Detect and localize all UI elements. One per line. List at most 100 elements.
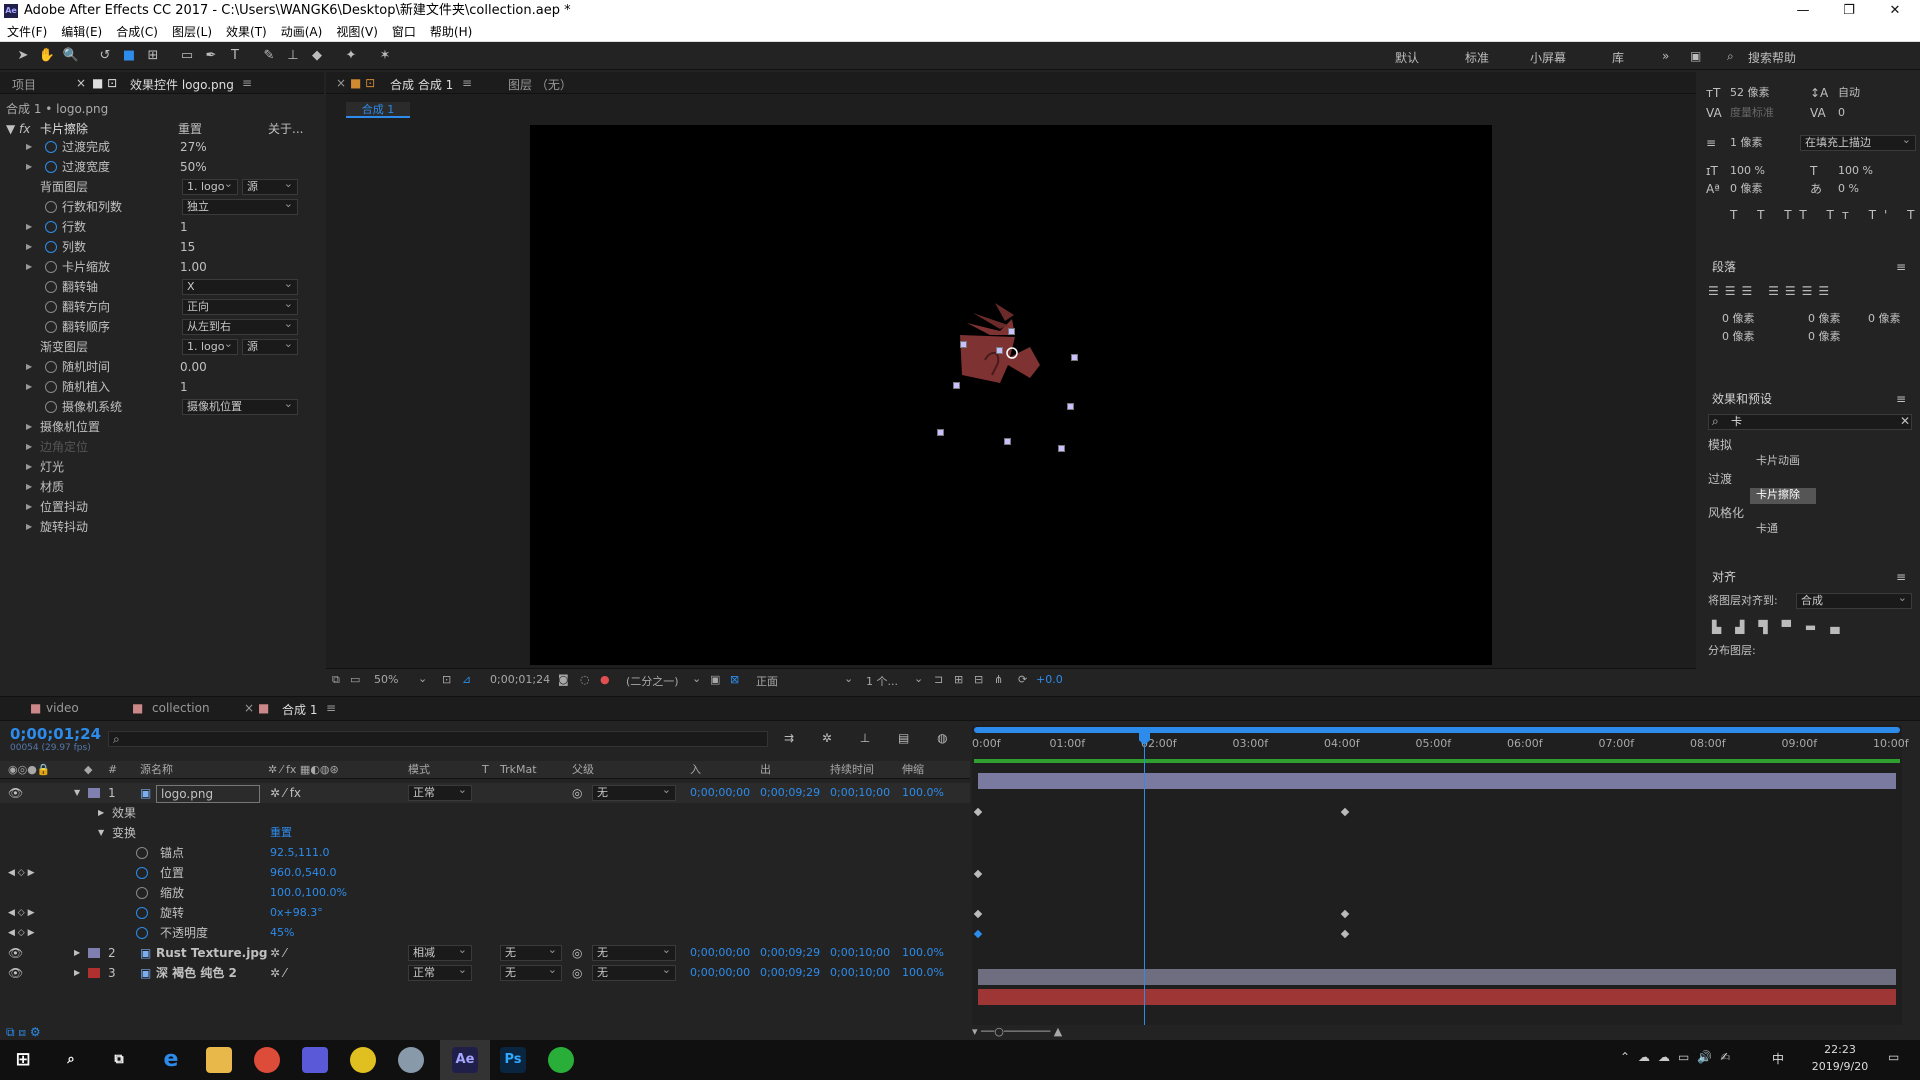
layer-handle[interactable] <box>1058 445 1065 452</box>
stretch[interactable]: 100.0% <box>902 783 944 803</box>
stopwatch-icon[interactable] <box>136 907 148 919</box>
comp-sub-tab[interactable]: 合成 1 <box>346 102 410 118</box>
stretch[interactable]: 100.0% <box>902 943 944 963</box>
in-point[interactable]: 0;00;00;00 <box>690 963 750 983</box>
expand-icon[interactable]: ▼ <box>74 783 80 803</box>
chrome-icon[interactable] <box>254 1047 280 1073</box>
panel-menu-icon[interactable]: ≡ <box>326 701 336 715</box>
expand-icon[interactable]: ▶ <box>26 418 36 436</box>
stopwatch-icon[interactable] <box>45 301 57 313</box>
eraser-tool-icon[interactable]: ◆ <box>308 47 326 65</box>
app-icon[interactable] <box>350 1047 376 1073</box>
expand-icon[interactable]: ▶ <box>74 963 80 983</box>
panel-menu-icon[interactable]: ≡ <box>462 76 472 90</box>
tree-item-card-dance[interactable]: 卡片动画 <box>1756 452 1800 470</box>
playhead[interactable] <box>1144 733 1145 1025</box>
rotate-tool-icon[interactable]: ↺ <box>96 47 114 65</box>
property-value[interactable]: 15 <box>180 238 195 256</box>
search-icon[interactable]: ⌕ <box>1727 49 1734 64</box>
property-group[interactable]: 摄像机位置 <box>40 418 100 436</box>
property-group[interactable]: 位置抖动 <box>40 498 88 516</box>
panel-menu-icon[interactable]: ≡ <box>1896 390 1906 408</box>
camera-tool-icon[interactable]: ■ <box>120 47 138 65</box>
property-value[interactable]: 1. logo <box>182 177 238 195</box>
tab-project[interactable]: 项目 <box>12 76 36 93</box>
current-time[interactable]: 0;00;01;24 <box>490 673 550 686</box>
stopwatch-icon[interactable] <box>136 927 148 939</box>
effects-search-input[interactable]: 卡 <box>1708 414 1912 430</box>
expand-icon[interactable]: ▶ <box>26 378 36 396</box>
tab-effect-controls[interactable]: 效果控件 logo.png <box>130 76 234 93</box>
tree-group-simulation[interactable]: 模拟 <box>1708 436 1732 454</box>
region-icon[interactable]: ▣ <box>710 673 720 686</box>
after-effects-icon[interactable]: Ae <box>452 1047 478 1073</box>
keyframe[interactable] <box>1340 929 1350 939</box>
lock-icon[interactable]: ■ ⊡ <box>92 76 117 90</box>
space-after[interactable]: 0 像素 <box>1808 328 1841 346</box>
in-point[interactable]: 0;00;00;00 <box>690 783 750 803</box>
menu-composition[interactable]: 合成(C) <box>109 22 165 42</box>
stopwatch-icon[interactable] <box>45 141 57 153</box>
property-value[interactable]: 960.0,540.0 <box>270 863 336 883</box>
stopwatch-icon[interactable] <box>45 361 57 373</box>
layer-row[interactable]: 👁 ▶ 2 ▣ Rust Texture.jpg✲ ⁄ 相减 无 ◎ 无 0;00;00;00 0… <box>0 943 970 963</box>
kerning-value[interactable]: 度量标准 <box>1730 104 1774 122</box>
reset-link[interactable]: 重置 <box>178 120 202 138</box>
flowchart-icon[interactable]: ⋔ <box>994 673 1003 686</box>
export-icon[interactable]: ⊞ <box>954 673 963 686</box>
keyframe[interactable] <box>973 929 983 939</box>
alignment-buttons[interactable]: ☰☰☰ ☰☰☰☰ <box>1708 282 1835 300</box>
menu-help[interactable]: 帮助(H) <box>423 22 479 42</box>
expand-icon[interactable]: ▶ <box>26 218 36 236</box>
zoom-tool-icon[interactable]: 🔍 <box>62 47 80 65</box>
eye-icon[interactable]: 👁 <box>8 783 23 803</box>
mode-select[interactable]: 正常 <box>408 783 472 801</box>
property-value[interactable]: 92.5,111.0 <box>270 843 329 863</box>
property-value[interactable]: 50% <box>180 158 207 176</box>
keyframe-nav-icon[interactable]: ◀ ◇ ▶ <box>8 863 35 883</box>
menu-effect[interactable]: 效果(T) <box>219 22 274 42</box>
header-mode[interactable]: 模式 <box>408 761 430 779</box>
menu-layer[interactable]: 图层(L) <box>165 22 219 42</box>
expand-icon[interactable]: ▶ <box>98 803 104 823</box>
mode-select[interactable]: 正常 <box>408 963 472 981</box>
property-value[interactable]: 45% <box>270 923 294 943</box>
header-duration[interactable]: 持续时间 <box>830 761 874 779</box>
wechat-icon[interactable] <box>548 1047 574 1073</box>
stopwatch-icon[interactable] <box>45 221 57 233</box>
in-point[interactable]: 0;00;00;00 <box>690 943 750 963</box>
keyframe[interactable] <box>973 869 983 879</box>
zoom-slider[interactable]: ▾ ──○─────── ▲ <box>972 1025 1092 1039</box>
close-icon[interactable]: × <box>336 76 346 90</box>
out-point[interactable]: 0;00;09;29 <box>760 963 820 983</box>
menu-window[interactable]: 窗口 <box>385 22 423 42</box>
views-select[interactable]: 1 个... <box>866 673 898 689</box>
header-source-name[interactable]: 源名称 <box>140 761 173 779</box>
eye-icon[interactable]: 👁 <box>8 943 23 963</box>
align-buttons[interactable]: ▙▟▜▀▬▄ <box>1712 618 1853 636</box>
channel-icon[interactable]: ● <box>600 673 610 686</box>
panel-menu-icon[interactable]: ≡ <box>1896 568 1906 586</box>
eye-icon[interactable]: 👁 <box>8 963 23 983</box>
task-view-icon[interactable]: ⧉ <box>106 1047 132 1073</box>
restore-icon[interactable]: ❐ <box>1826 0 1872 22</box>
clock-time[interactable]: 22:23 <box>1810 1043 1870 1056</box>
grid-icon[interactable]: ⊿ <box>462 673 471 686</box>
horizontal-scale[interactable]: 100 % <box>1838 162 1873 180</box>
hand-tool-icon[interactable]: ✋ <box>38 47 56 65</box>
layer-handle[interactable] <box>1067 403 1074 410</box>
preview-icon[interactable]: ⧉ <box>332 673 340 687</box>
keyframe[interactable] <box>973 909 983 919</box>
tsume-value[interactable]: 0 % <box>1838 180 1859 198</box>
layer-row[interactable]: 👁 ▼ 1 ▣ logo.png ✲ ⁄ fx 正常 ◎ 无 0;00;00;00 0;00;09;… <box>0 783 970 803</box>
view-select[interactable]: 正面 <box>756 673 846 689</box>
property-value[interactable]: 1.00 <box>180 258 207 276</box>
property-value[interactable]: 1 <box>180 218 188 236</box>
time-ruler[interactable]: 0:00f 01:00f 02:00f 03:00f 04:00f 05:00f 06:00… <box>972 733 1909 755</box>
layer-handle[interactable] <box>1071 354 1078 361</box>
pen-tool-icon[interactable]: ✒ <box>202 47 220 65</box>
stopwatch-icon[interactable] <box>45 281 57 293</box>
label-color-swatch[interactable] <box>88 968 100 978</box>
header-trkmat[interactable]: TrkMat <box>500 761 537 779</box>
indent-right[interactable]: 0 像素 <box>1868 310 1901 328</box>
